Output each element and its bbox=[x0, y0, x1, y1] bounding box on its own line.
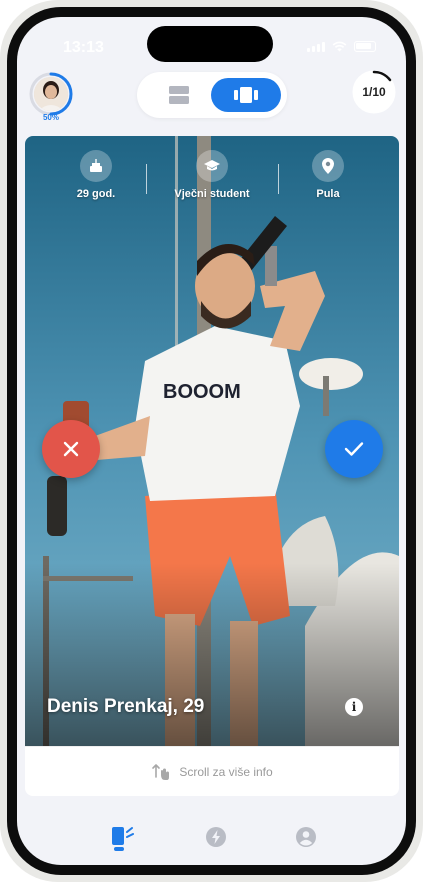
user-icon bbox=[296, 827, 316, 847]
profile-info-bar: 29 god. Vječni student Pula bbox=[25, 150, 399, 210]
swipe-cards-icon bbox=[112, 827, 134, 845]
counter-label: 1/10 bbox=[362, 85, 386, 99]
wifi-icon bbox=[332, 41, 347, 52]
card-view-icon bbox=[234, 87, 258, 103]
profile-name: Denis Prenkaj, 29 bbox=[47, 696, 205, 717]
status-icons bbox=[307, 41, 376, 52]
info-education-label: Vječni student bbox=[174, 188, 250, 200]
info-divider bbox=[146, 164, 147, 194]
like-button[interactable] bbox=[325, 420, 383, 478]
list-view-icon bbox=[169, 86, 189, 104]
avatar bbox=[34, 77, 68, 111]
location-pin-icon bbox=[312, 150, 344, 182]
info-location: Pula bbox=[273, 150, 383, 200]
card-view-button[interactable] bbox=[211, 78, 281, 112]
info-location-label: Pula bbox=[316, 188, 340, 200]
tab-profile[interactable] bbox=[291, 822, 321, 852]
scroll-hint-label: Scroll za više info bbox=[179, 764, 273, 779]
dynamic-island bbox=[147, 26, 273, 62]
status-time: 13:13 bbox=[63, 39, 104, 56]
profile-card[interactable]: BOOOM bbox=[25, 136, 399, 796]
info-age-label: 29 god. bbox=[76, 188, 116, 200]
signal-icon bbox=[307, 42, 325, 52]
info-icon[interactable]: i bbox=[345, 698, 363, 716]
phone-frame: 13:13 50% 1/10 29 god. Vječni student Pu… bbox=[0, 0, 423, 882]
profile-avatar-button[interactable] bbox=[29, 72, 73, 116]
scroll-hint[interactable]: Scroll za više info bbox=[25, 746, 399, 796]
dislike-button[interactable] bbox=[42, 420, 100, 478]
profile-completion-label: 50% bbox=[42, 113, 59, 122]
view-mode-toggle bbox=[137, 72, 287, 118]
check-icon bbox=[344, 442, 364, 456]
app-screen: 13:13 50% 1/10 29 god. Vječni student Pu… bbox=[17, 17, 406, 865]
active-tab-indicator bbox=[114, 847, 124, 851]
graduation-cap-icon bbox=[196, 150, 228, 182]
info-age: 29 god. bbox=[41, 150, 151, 200]
list-view-button[interactable] bbox=[149, 78, 209, 112]
info-education: Vječni student bbox=[157, 150, 267, 200]
tab-boost[interactable] bbox=[201, 822, 231, 852]
close-icon bbox=[63, 441, 79, 457]
scroll-up-icon bbox=[152, 763, 170, 780]
swipe-counter: 1/10 bbox=[351, 69, 397, 115]
lightning-icon bbox=[206, 827, 226, 847]
battery-icon bbox=[354, 41, 376, 52]
cake-icon bbox=[80, 150, 112, 182]
